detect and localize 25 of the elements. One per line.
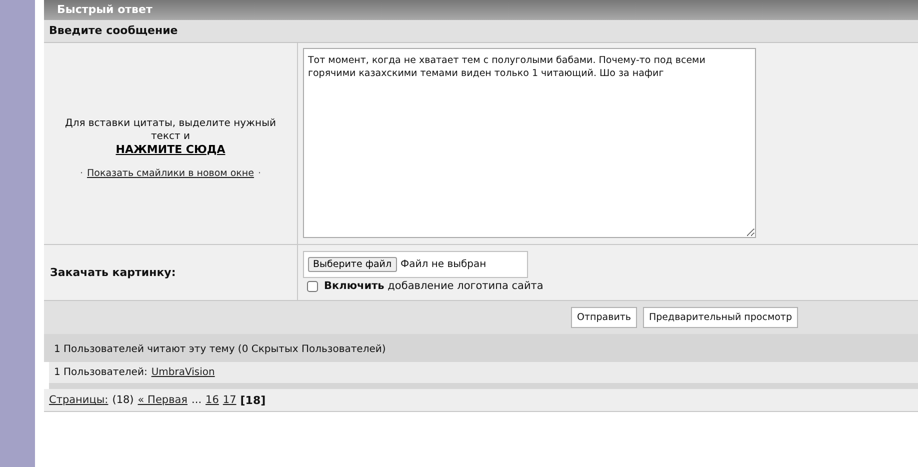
section-subheader: Введите сообщение	[44, 20, 918, 43]
quote-hint: Для вставки цитаты, выделите нужный текст и	[64, 116, 277, 142]
readers-label: 1 Пользователей:	[54, 366, 148, 380]
section-header: Быстрый ответ	[44, 0, 918, 20]
logo-option-label: Включить добавление логотипа сайта	[324, 280, 544, 292]
page-link[interactable]: 17	[222, 394, 236, 406]
user-link[interactable]: UmbraVision	[151, 362, 215, 383]
bullet-mark: ·	[80, 168, 84, 178]
bullet-mark: ·	[258, 168, 261, 178]
form-button[interactable]: Предварительный просмотр	[643, 307, 798, 328]
quote-link[interactable]: НАЖМИТЕ СЮДА	[116, 142, 226, 156]
page-link[interactable]: « Первая	[138, 394, 188, 406]
readers-header: 1 Пользователей читают эту тему (0 Скрытых Пользователей)	[44, 334, 918, 362]
logo-checkbox[interactable]	[307, 280, 318, 292]
current-page: [18]	[240, 394, 266, 406]
page-text: (18)	[112, 394, 134, 406]
upload-label: Закачать картинку:	[50, 266, 176, 279]
page-link[interactable]: Страницы:	[49, 394, 108, 406]
page-link[interactable]: 16	[206, 394, 219, 406]
choose-file-button[interactable]: Выберите файл	[308, 257, 397, 272]
page-text: ...	[192, 394, 202, 406]
smilies-link[interactable]: Показать смайлики в новом окне	[87, 168, 254, 178]
form-button[interactable]: Отправить	[571, 307, 637, 328]
file-field[interactable]: Выберите файл Файл не выбран	[303, 251, 528, 278]
message-field[interactable]: Тот момент, когда не хватает тем с полуголыми бабами. Почему-то под всеми горячими казахскими темами виден только 1 читающий. Шо за нафиг	[303, 48, 756, 238]
